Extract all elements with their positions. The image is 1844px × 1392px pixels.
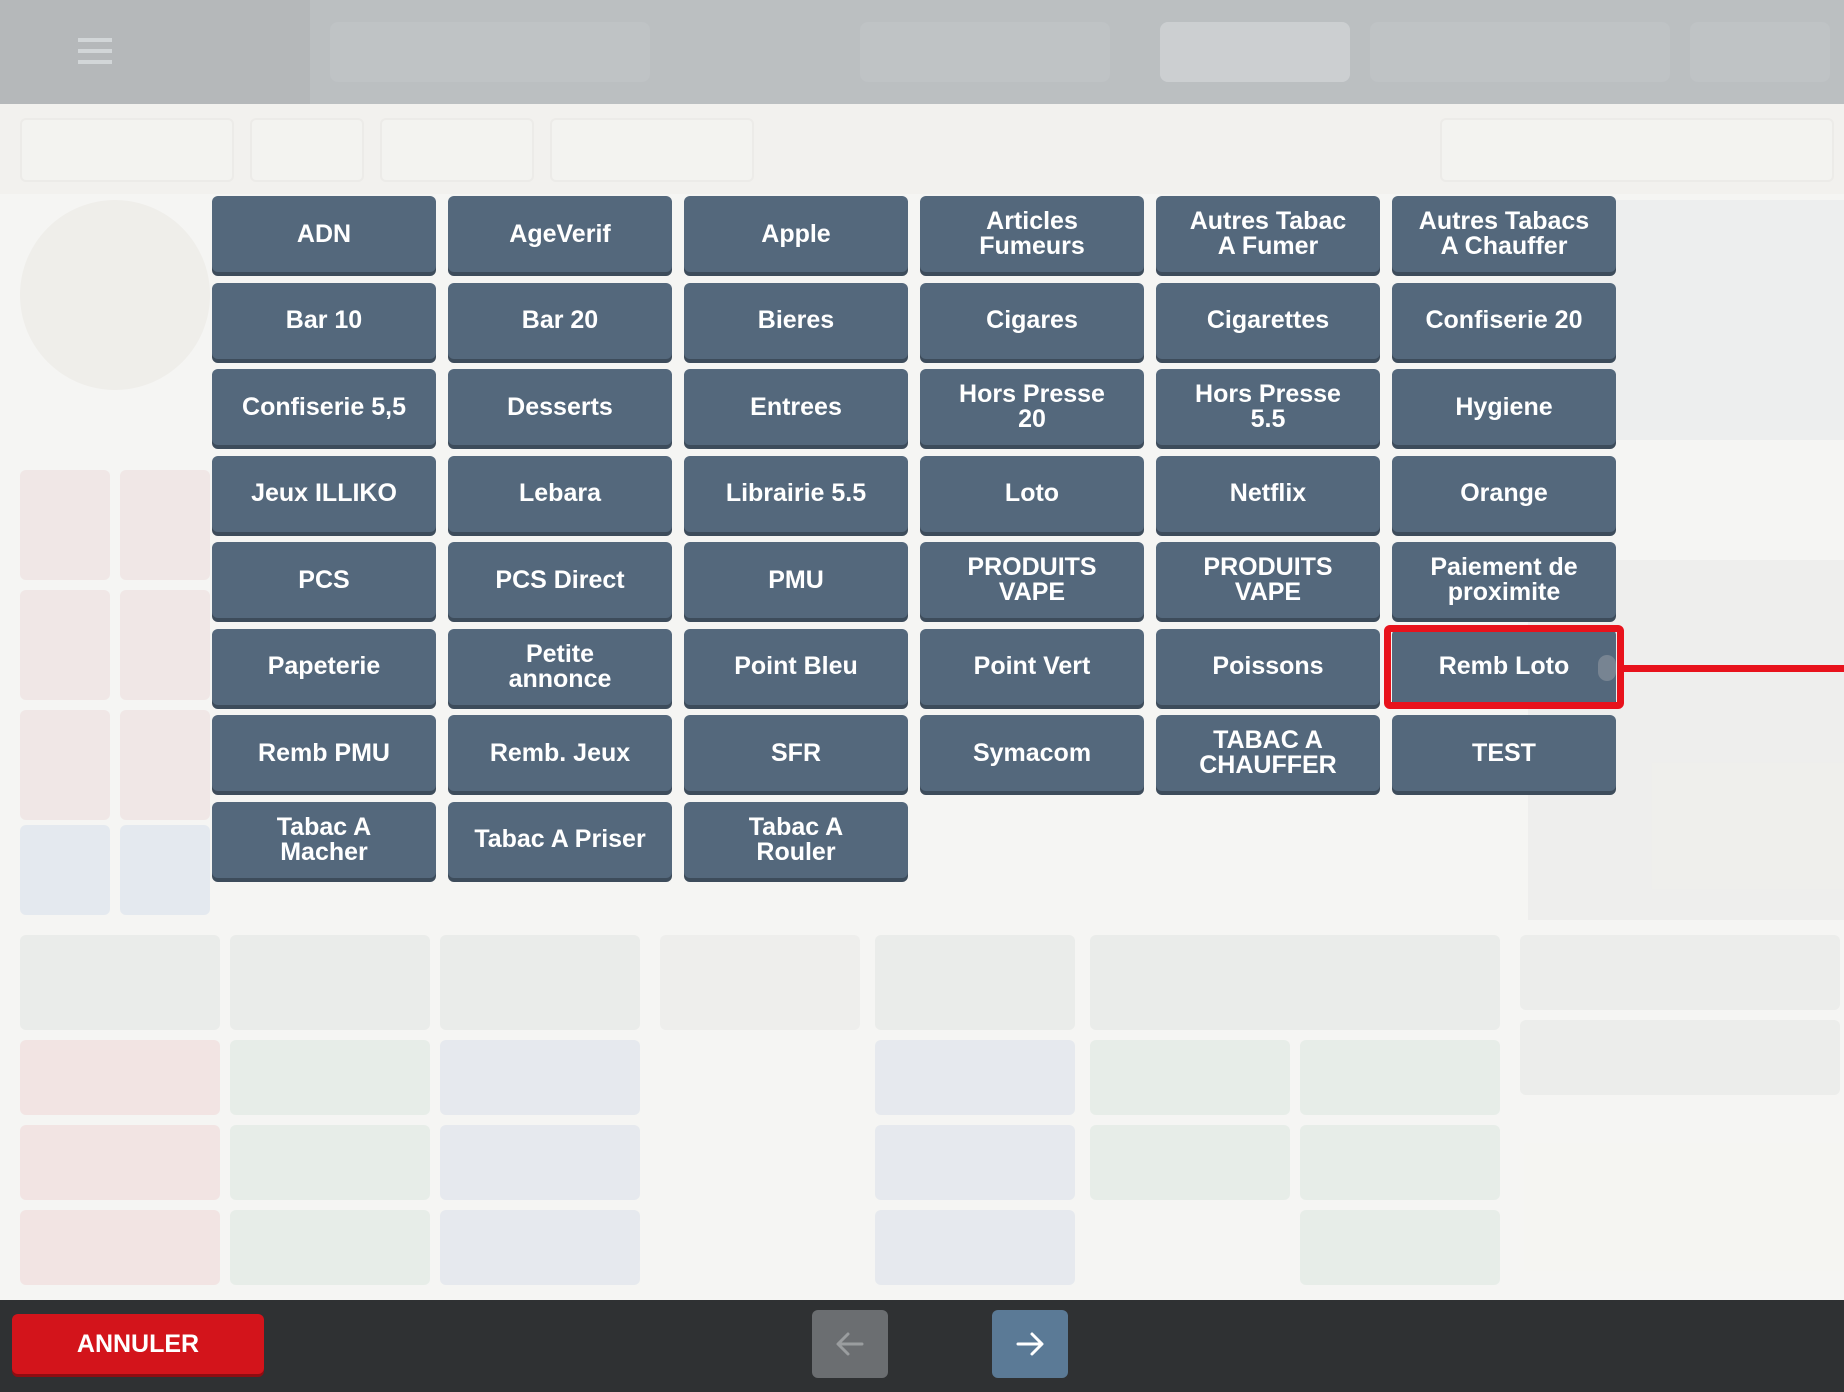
category-button-articles-fumeurs[interactable]: Articles Fumeurs bbox=[920, 196, 1144, 272]
category-button-loto[interactable]: Loto bbox=[920, 455, 1144, 532]
category-button-label: PCS bbox=[298, 565, 350, 594]
category-button-label: Loto bbox=[1004, 479, 1060, 507]
category-button-label: AgeVerif bbox=[509, 219, 611, 248]
category-button-lebara[interactable]: Lebara bbox=[448, 455, 672, 532]
category-button-adn[interactable]: ADN bbox=[212, 196, 436, 272]
category-button-label: Autres Tabac A Fumer bbox=[1189, 207, 1347, 260]
category-button-label: ADN bbox=[296, 219, 352, 248]
category-button-pcs-direct[interactable]: PCS Direct bbox=[448, 542, 672, 618]
category-button-label: PRODUITS VAPE bbox=[967, 553, 1097, 606]
category-button-confiserie-5-5[interactable]: Confiserie 5,5 bbox=[212, 369, 436, 445]
category-button-label: PMU bbox=[768, 565, 824, 594]
category-button-remb-jeux[interactable]: Remb. Jeux bbox=[448, 715, 672, 791]
category-button-label: Papeterie bbox=[267, 652, 381, 680]
category-button-label: Lebara bbox=[519, 479, 601, 507]
category-button-confiserie-20[interactable]: Confiserie 20 bbox=[1392, 282, 1616, 359]
category-button-label: Petite annonce bbox=[508, 639, 612, 693]
category-button-produits-vape[interactable]: PRODUITS VAPE bbox=[920, 542, 1144, 618]
category-button-label: PCS Direct bbox=[495, 565, 625, 594]
category-button-jeux-illiko[interactable]: Jeux ILLIKO bbox=[212, 455, 436, 532]
category-button-cigarettes[interactable]: Cigarettes bbox=[1156, 282, 1380, 359]
category-button-pmu[interactable]: PMU bbox=[684, 542, 908, 618]
category-button-label: Jeux ILLIKO bbox=[251, 479, 397, 507]
category-button-apple[interactable]: Apple bbox=[684, 196, 908, 272]
category-button-label: TABAC A CHAUFFER bbox=[1199, 726, 1337, 779]
next-page-button[interactable] bbox=[992, 1310, 1068, 1378]
category-button-label: TEST bbox=[1472, 738, 1536, 767]
category-button-tabac-a-chauffer[interactable]: TABAC A CHAUFFER bbox=[1156, 715, 1380, 791]
category-button-label: Bieres bbox=[757, 306, 835, 334]
category-button-label: Hors Presse 20 bbox=[959, 380, 1105, 433]
category-button-label: Remb PMU bbox=[258, 738, 390, 767]
category-button-orange[interactable]: Orange bbox=[1392, 455, 1616, 532]
category-button-test[interactable]: TEST bbox=[1392, 715, 1616, 791]
category-grid: ADN AgeVerif Apple Articles Fumeurs Autres T… bbox=[212, 196, 1622, 878]
category-button-remb-loto[interactable]: Remb Loto bbox=[1392, 628, 1616, 705]
arrow-right-icon bbox=[1016, 1332, 1044, 1356]
bottom-bar: ANNULER bbox=[0, 1300, 1844, 1392]
category-button-paiement-de-proximite[interactable]: Paiement de proximite bbox=[1392, 542, 1616, 618]
category-button-label: Poissons bbox=[1212, 652, 1324, 680]
category-button-bieres[interactable]: Bieres bbox=[684, 282, 908, 359]
category-button-label: Confiserie 20 bbox=[1425, 306, 1583, 334]
category-button-desserts[interactable]: Desserts bbox=[448, 369, 672, 445]
category-button-label: Confiserie 5,5 bbox=[242, 392, 406, 421]
category-button-ageverif[interactable]: AgeVerif bbox=[448, 196, 672, 272]
category-button-tabac-a-rouler[interactable]: Tabac A Rouler bbox=[684, 801, 908, 878]
category-button-label: Cigarettes bbox=[1206, 306, 1330, 334]
category-button-label: Point Vert bbox=[973, 652, 1091, 680]
category-button-label: Symacom bbox=[972, 738, 1092, 767]
category-button-label: Apple bbox=[761, 219, 831, 248]
category-button-label: Remb Loto bbox=[1438, 652, 1570, 680]
category-button-label: Hors Presse 5.5 bbox=[1195, 380, 1341, 433]
scroll-indicator bbox=[1598, 655, 1616, 681]
category-button-tabac-a-priser[interactable]: Tabac A Priser bbox=[448, 801, 672, 878]
category-button-bar-20[interactable]: Bar 20 bbox=[448, 282, 672, 359]
category-button-autres-tabacs-a-chauffer[interactable]: Autres Tabacs A Chauffer bbox=[1392, 196, 1616, 272]
category-button-tabac-a-macher[interactable]: Tabac A Macher bbox=[212, 801, 436, 878]
category-button-label: Point Bleu bbox=[734, 652, 858, 680]
arrow-left-icon bbox=[836, 1332, 864, 1356]
category-button-cigares[interactable]: Cigares bbox=[920, 282, 1144, 359]
category-button-produits-vape[interactable]: PRODUITS VAPE bbox=[1156, 542, 1380, 618]
category-button-sfr[interactable]: SFR bbox=[684, 715, 908, 791]
category-button-librairie-5-5[interactable]: Librairie 5.5 bbox=[684, 455, 908, 532]
category-button-entrees[interactable]: Entrees bbox=[684, 369, 908, 445]
category-button-label: Bar 20 bbox=[521, 306, 599, 334]
category-button-remb-pmu[interactable]: Remb PMU bbox=[212, 715, 436, 791]
category-button-petite-annonce[interactable]: Petite annonce bbox=[448, 628, 672, 705]
category-button-hors-presse-20[interactable]: Hors Presse 20 bbox=[920, 369, 1144, 445]
category-button-poissons[interactable]: Poissons bbox=[1156, 628, 1380, 705]
category-button-label: Tabac A Macher bbox=[276, 812, 372, 866]
category-button-papeterie[interactable]: Papeterie bbox=[212, 628, 436, 705]
category-button-pcs[interactable]: PCS bbox=[212, 542, 436, 618]
category-button-autres-tabac-a-fumer[interactable]: Autres Tabac A Fumer bbox=[1156, 196, 1380, 272]
category-button-label: Articles Fumeurs bbox=[979, 207, 1085, 260]
category-button-label: Bar 10 bbox=[285, 306, 363, 334]
category-button-label: Remb. Jeux bbox=[489, 738, 631, 767]
category-button-bar-10[interactable]: Bar 10 bbox=[212, 282, 436, 359]
category-button-netflix[interactable]: Netflix bbox=[1156, 455, 1380, 532]
category-button-label: Entrees bbox=[750, 392, 842, 421]
category-button-label: Netflix bbox=[1229, 479, 1307, 507]
category-button-label: Autres Tabacs A Chauffer bbox=[1418, 207, 1590, 260]
category-button-label: SFR bbox=[771, 738, 821, 767]
previous-page-button[interactable] bbox=[812, 1310, 888, 1378]
category-button-label: Orange bbox=[1460, 479, 1548, 507]
category-button-symacom[interactable]: Symacom bbox=[920, 715, 1144, 791]
category-button-label: Librairie 5.5 bbox=[725, 479, 867, 507]
category-button-hors-presse-5-5[interactable]: Hors Presse 5.5 bbox=[1156, 369, 1380, 445]
category-button-label: Tabac A Rouler bbox=[748, 812, 844, 866]
category-button-hygiene[interactable]: Hygiene bbox=[1392, 369, 1616, 445]
category-button-label: Hygiene bbox=[1455, 392, 1553, 421]
category-button-point-vert[interactable]: Point Vert bbox=[920, 628, 1144, 705]
category-button-label: Cigares bbox=[986, 306, 1078, 334]
category-button-label: Tabac A Priser bbox=[474, 825, 646, 853]
cancel-button[interactable]: ANNULER bbox=[12, 1314, 264, 1374]
category-button-label: PRODUITS VAPE bbox=[1203, 553, 1333, 606]
category-button-point-bleu[interactable]: Point Bleu bbox=[684, 628, 908, 705]
category-button-label: Paiement de proximite bbox=[1430, 553, 1578, 606]
category-button-label: Desserts bbox=[507, 392, 613, 421]
